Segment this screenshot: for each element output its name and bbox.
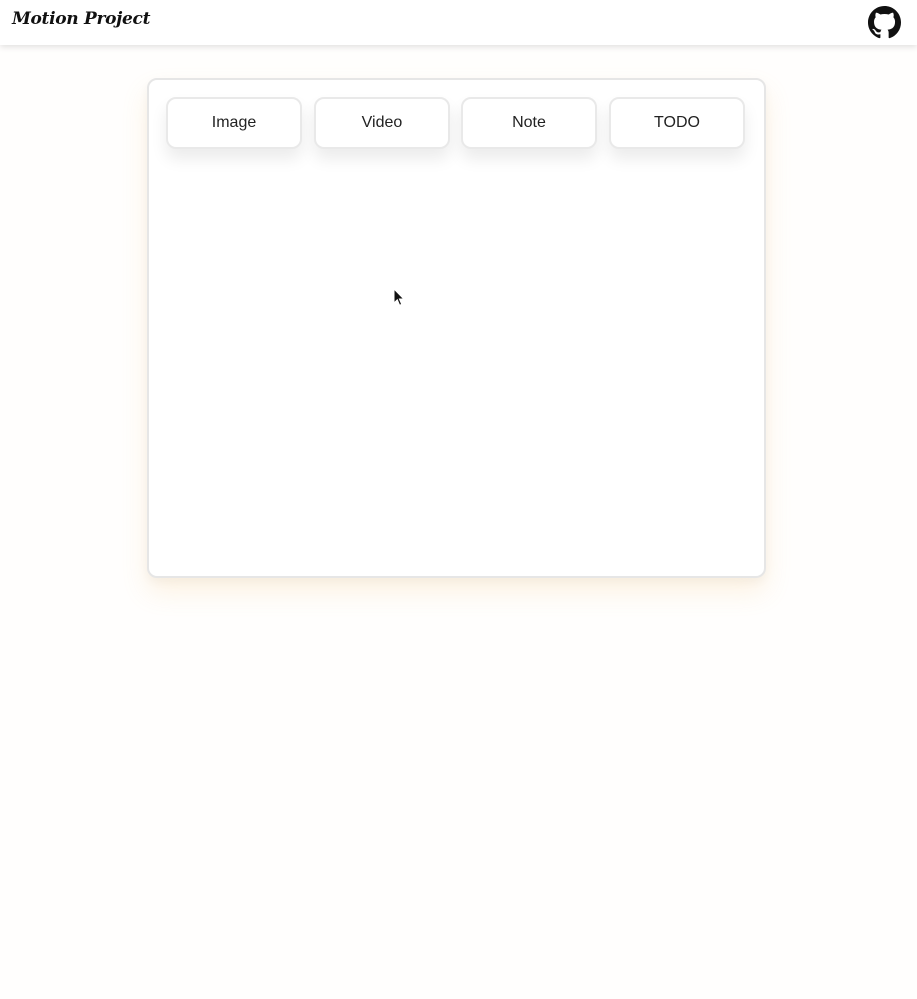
motion-board: Image Video Note TODO [147,78,766,578]
note-button[interactable]: Note [461,97,597,149]
todo-button[interactable]: TODO [609,97,745,149]
image-button[interactable]: Image [166,97,302,149]
video-button[interactable]: Video [314,97,450,149]
github-icon[interactable] [868,6,901,39]
app-title: Motion Project [12,9,151,29]
top-bar: Motion Project [0,0,917,45]
mouse-cursor-icon [393,288,405,306]
